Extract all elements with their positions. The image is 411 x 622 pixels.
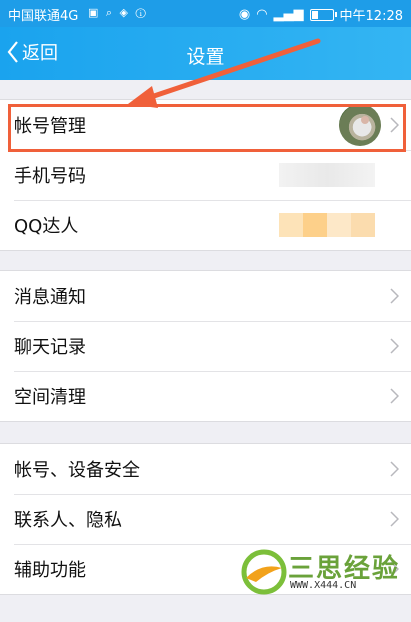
settings-item-label: 消息通知 [14,287,86,308]
settings-item-qq-talent[interactable]: QQ达人 [0,200,411,250]
settings-item-account[interactable]: 帐号管理 [0,100,411,150]
blurred-qq-value [279,213,375,237]
chevron-right-icon [390,288,399,304]
settings-item-label: 辅助功能 [14,560,86,581]
settings-item-label: 空间清理 [14,387,86,408]
chevron-right-icon [390,388,399,404]
chevron-right-icon [390,511,399,527]
avatar [339,104,381,146]
battery-icon [309,8,337,21]
watermark-logo-icon [241,549,287,595]
settings-item-chat-history[interactable]: 聊天记录 [0,321,411,371]
watermark: 三思经验 WWW.X444.CN [240,544,400,600]
chevron-right-icon [390,461,399,477]
page-title: 设置 [186,46,225,68]
settings-item-label: 手机号码 [14,166,86,187]
settings-item-account-security[interactable]: 帐号、设备安全 [0,444,411,494]
settings-item-notifications[interactable]: 消息通知 [0,271,411,321]
settings-item-label: 聊天记录 [14,337,86,358]
settings-item-contacts-privacy[interactable]: 联系人、隐私 [0,494,411,544]
eye-icon: ◉ [238,7,251,22]
settings-item-label: 帐号、设备安全 [14,460,140,481]
wifi-icon: ◠ [256,7,268,22]
messages-group: 消息通知 聊天记录 空间清理 [0,270,411,422]
clock: 中午12:28 [339,9,403,24]
notification-icons: ▣ ⌕ ◈ ⓘ [88,6,148,19]
nav-bar: 返回 设置 [0,27,411,80]
carrier-label: 中国联通4G [8,9,79,24]
signal-icon: ▂▄▆ [273,7,304,22]
account-group: 帐号管理 手机号码 QQ达人 [0,99,411,251]
settings-item-label: 帐号管理 [14,116,86,137]
chevron-right-icon [390,338,399,354]
settings-item-label: QQ达人 [14,216,79,237]
settings-item-phone[interactable]: 手机号码 [0,150,411,200]
chevron-right-icon [390,117,399,133]
blurred-phone-value [279,163,375,187]
settings-item-label: 联系人、隐私 [14,510,122,531]
settings-item-storage-cleanup[interactable]: 空间清理 [0,371,411,421]
watermark-url: WWW.X444.CN [290,580,357,591]
status-bar: 中国联通4G ▣ ⌕ ◈ ⓘ ◉ ◠ ▂▄▆ 中午12:28 [0,0,411,27]
